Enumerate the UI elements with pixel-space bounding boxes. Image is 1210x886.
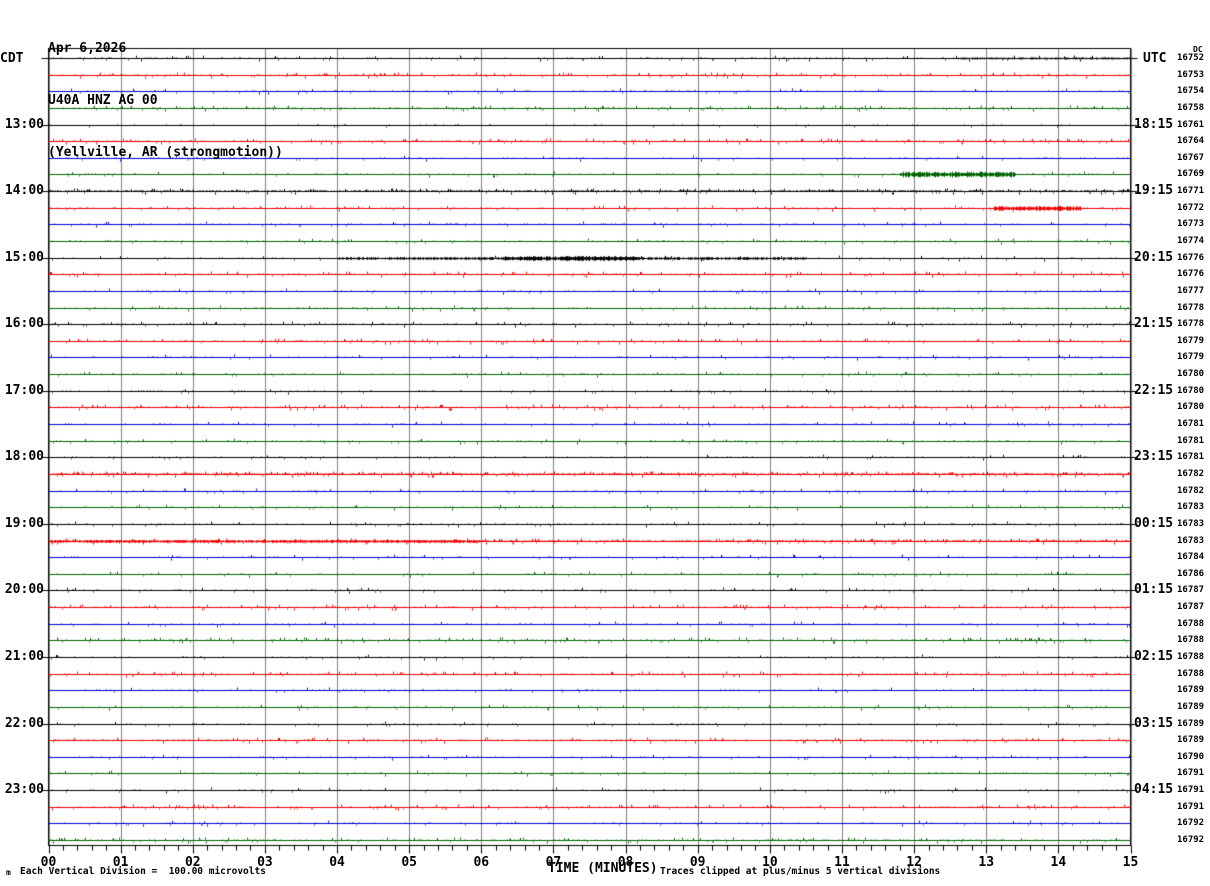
cdt-hour-label: 23:00 [4,782,44,798]
dc-offset-value: 16782 [1177,468,1205,479]
cdt-hour-label: 17:00 [4,382,44,398]
dc-offset-value: 16788 [1177,651,1205,662]
dc-offset-value: 16761 [1177,119,1205,130]
clip-note: Traces clipped at plus/minus 5 vertical … [660,866,941,877]
cdt-hour-label: 22:00 [4,715,44,731]
title-location: (Yellville, AR (strongmotion)) [48,145,283,160]
utc-hour-label: 22:15 [1134,382,1174,398]
dc-offset-value: 16776 [1177,252,1205,263]
utc-hour-label: 18:15 [1134,116,1174,132]
dc-offset-value: 16778 [1177,319,1205,330]
title-station: U40A HNZ AG 00 [48,93,158,108]
x-axis-tick-label: 04 [329,855,345,870]
right-axis-title: UTC [1143,51,1167,66]
dc-offset-value: 16772 [1177,202,1205,213]
cdt-hour-label: 21:00 [4,648,44,664]
left-axis-title: CDT [0,51,24,66]
dc-offset-value: 16789 [1177,735,1205,746]
dc-offset-value: 16753 [1177,69,1205,80]
dc-offset-value: 16781 [1177,435,1205,446]
title-date: Apr 6,2026 [48,41,127,56]
x-axis-tick-label: 13 [978,855,995,870]
utc-hour-label: 01:15 [1134,582,1174,598]
utc-hour-label: 20:15 [1134,249,1174,265]
utc-hour-label: 19:15 [1134,183,1174,199]
utc-hour-label: 23:15 [1134,449,1174,465]
dc-offset-value: 16783 [1177,535,1205,546]
dc-offset-value: 16783 [1177,502,1205,513]
dc-offset-value: 16779 [1177,335,1205,346]
watermark-logo: m [6,868,11,877]
x-axis-tick-label: 14 [1050,855,1067,870]
dc-offset-value: 16791 [1177,801,1205,812]
dc-offset-value: 16782 [1177,485,1205,496]
dc-offset-value: 16777 [1177,285,1205,296]
dc-offset-value: 16779 [1177,352,1205,363]
utc-hour-label: 03:15 [1134,715,1174,731]
dc-offset-value: 16791 [1177,785,1205,796]
dc-offset-value: 16791 [1177,768,1205,779]
dc-offset-value: 16780 [1177,385,1205,396]
helicorder-page: Apr 6,2026 U40A HNZ AG 00 (Yellville, AR… [0,0,1210,886]
cdt-hour-label: 15:00 [4,249,44,265]
title-block: Apr 6,2026 U40A HNZ AG 00 (Yellville, AR… [48,4,283,198]
dc-offset-value: 16788 [1177,635,1205,646]
cdt-hour-label: 19:00 [4,515,44,531]
dc-offset-value: 16789 [1177,685,1205,696]
dc-offset-value: 16752 [1177,53,1205,63]
utc-hour-label: 04:15 [1134,782,1174,798]
dc-offset-value: 16773 [1177,219,1205,230]
dc-offset-value: 16783 [1177,518,1205,529]
x-axis-tick-label: 06 [473,855,490,870]
cdt-hour-label: 18:00 [4,449,44,465]
dc-offset-value: 16764 [1177,136,1205,147]
utc-hour-label: 21:15 [1134,316,1174,332]
x-axis-tick-label: 05 [401,855,417,870]
dc-offset-value: 16780 [1177,402,1205,413]
cdt-hour-label: 13:00 [4,116,44,132]
utc-hour-label: 00:15 [1134,515,1174,531]
dc-offset-value: 16790 [1177,751,1205,762]
dc-offset-value: 16754 [1177,86,1205,97]
dc-offset-value: 16780 [1177,369,1205,380]
dc-offset-value: 16774 [1177,236,1205,247]
dc-offset-value: 16786 [1177,568,1205,579]
dc-offset-value: 16781 [1177,419,1205,430]
dc-offset-value: 16769 [1177,169,1205,180]
dc-offset-value: 16792 [1177,818,1205,829]
x-axis-tick-label: 15 [1122,855,1139,870]
cdt-hour-label: 20:00 [4,582,44,598]
dc-offset-value: 16789 [1177,718,1205,729]
dc-offset-value: 16787 [1177,602,1205,613]
x-axis-title: TIME (MINUTES) [548,861,658,876]
scale-note: Each Vertical Division = 100.00 microvol… [20,866,266,877]
dc-offset-value: 16787 [1177,585,1205,596]
cdt-hour-label: 14:00 [4,183,44,199]
dc-offset-value: 16771 [1177,186,1205,197]
dc-offset-value: 16767 [1177,152,1205,163]
dc-offset-value: 16781 [1177,452,1205,463]
dc-offset-value: 16778 [1177,302,1205,313]
dc-offset-value: 16758 [1177,102,1205,113]
dc-offset-value: 16776 [1177,269,1205,280]
dc-offset-value: 16789 [1177,701,1205,712]
dc-offset-value: 16788 [1177,618,1205,629]
dc-offset-value: 16788 [1177,668,1205,679]
cdt-hour-label: 16:00 [4,316,44,332]
dc-offset-value: 16792 [1177,835,1205,845]
utc-hour-label: 02:15 [1134,648,1174,664]
dc-offset-value: 16784 [1177,552,1205,563]
